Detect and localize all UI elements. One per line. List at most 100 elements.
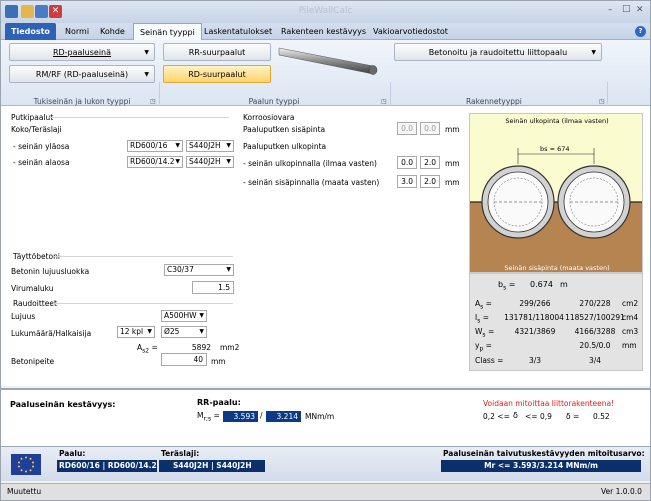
pile-right bbox=[557, 165, 631, 239]
value-separator: / bbox=[260, 411, 263, 420]
delta-range-low: 0,2 <= bbox=[483, 412, 510, 421]
prop-value-col1: 3/3 bbox=[528, 356, 542, 365]
unit-mm: mm bbox=[445, 159, 460, 168]
rebar-count-value: 12 kpl bbox=[120, 327, 144, 336]
tab-tiedosto[interactable]: Tiedosto bbox=[5, 23, 56, 40]
prop-value-col2: 4166/3288 bbox=[574, 327, 616, 336]
bs-unit: m bbox=[560, 280, 568, 289]
group-label-wall-type: Tukiseinän ja lukon tyyppi bbox=[33, 97, 131, 106]
prop-unit: mm bbox=[622, 341, 637, 350]
prop-eq: = bbox=[485, 299, 492, 308]
inner-surface-label: Paaluputken sisäpinta bbox=[243, 125, 326, 134]
title-bar: ✕ PileWallCalc – □ ✕ bbox=[1, 1, 650, 23]
group-label-pile-type: Paalun tyyppi bbox=[248, 97, 300, 106]
bs-label: bs = bbox=[498, 280, 515, 292]
tab-normi[interactable]: Normi bbox=[59, 23, 95, 40]
prop-subscript: s bbox=[480, 303, 484, 311]
rd-suurpaalut-button[interactable]: RD-suurpaalut bbox=[163, 65, 271, 83]
divider bbox=[49, 117, 229, 118]
outer-soil-b-input[interactable]: 2.0 bbox=[420, 175, 440, 188]
rebar-area-subscript: s2 bbox=[142, 347, 150, 355]
help-icon[interactable]: ? bbox=[635, 26, 646, 37]
prop-value-col2: 20.5/0.0 bbox=[579, 341, 611, 350]
minimize-button[interactable]: – bbox=[608, 5, 613, 15]
prop-unit: cm4 bbox=[622, 313, 639, 322]
rr-suurpaalut-button[interactable]: RR-suurpaalut bbox=[163, 43, 271, 61]
diagram-bottom-label: Seinän sisäpinta (maata vasten) bbox=[504, 264, 610, 272]
group-label-structure-type: Rakennetyyppi bbox=[466, 97, 522, 106]
unit-mm: mm bbox=[445, 125, 460, 134]
rebar-area-value: 5892 bbox=[191, 343, 211, 352]
dialog-launcher-icon[interactable]: ◳ bbox=[150, 98, 156, 105]
chevron-down-icon: ▼ bbox=[199, 328, 204, 335]
wall-type-combo-2[interactable]: RM/RF (RD-paaluseinä) ▼ bbox=[9, 65, 155, 83]
pile-value: RD600/16 | RD600/14.2 bbox=[57, 460, 157, 472]
prop-eq: = bbox=[485, 341, 492, 350]
pile-pipe-image bbox=[278, 47, 378, 75]
tab-rakenteen-kestavyys[interactable]: Rakenteen kestävyys bbox=[275, 23, 372, 40]
upper-part-label: - seinän yläosa bbox=[13, 142, 70, 151]
prop-row-label: Is = bbox=[475, 313, 489, 325]
bs-subscript: s bbox=[503, 284, 507, 292]
results-title: Paaluseinän kestävyys: bbox=[10, 400, 116, 409]
concrete-class-value: C30/37 bbox=[167, 265, 194, 274]
delta-range-high: <= 0,9 bbox=[525, 412, 552, 421]
rr-pile-title: RR-paalu: bbox=[197, 398, 241, 407]
prop-value-col2: 3/4 bbox=[588, 356, 602, 365]
chevron-down-icon: ▼ bbox=[226, 266, 231, 273]
prop-eq: = bbox=[497, 356, 504, 365]
structure-type-combo[interactable]: Betonoitu ja raudoitettu liittopaalu ▼ bbox=[394, 43, 602, 61]
wall-type-1-label: RD-paaluseinä bbox=[52, 48, 112, 57]
cover-input[interactable]: 40 bbox=[161, 353, 207, 366]
prop-unit: cm3 bbox=[622, 327, 639, 336]
status-text: Muutettu bbox=[7, 487, 42, 496]
lower-size-select[interactable]: RD600/14.2 ▼ bbox=[127, 156, 183, 168]
outer-soil-a-input[interactable]: 3.0 bbox=[397, 175, 417, 188]
lower-steel-select[interactable]: S440J2H ▼ bbox=[186, 156, 234, 168]
mrs-label: Mr;s = bbox=[197, 411, 220, 423]
tab-laskentatulokset[interactable]: Laskentatulokset bbox=[198, 23, 278, 40]
outer-air-b-input[interactable]: 2.0 bbox=[420, 156, 440, 169]
mrs-value-1: 3.593 bbox=[223, 411, 258, 422]
cross-section-diagram: Seinän ulkopinta (ilmaa vasten) bs = 674… bbox=[469, 113, 643, 273]
upper-steel-value: S440J2H bbox=[189, 141, 221, 150]
mrs-unit: MNm/m bbox=[305, 412, 335, 421]
prop-subscript: p bbox=[479, 345, 484, 353]
ribbon-panel: RD-paaluseinä ▼ RM/RF (RD-paaluseinä) ▼ Tu… bbox=[1, 40, 650, 140]
dialog-launcher-icon[interactable]: ◳ bbox=[381, 98, 387, 105]
tab-seinan-tyyppi[interactable]: Seinän tyyppi bbox=[133, 23, 202, 40]
steel-label: Teräslaji: bbox=[161, 449, 200, 458]
rebar-count-label: Lukumäärä/Halkaisija bbox=[11, 329, 92, 338]
rebar-strength-select[interactable]: A500HW ▼ bbox=[161, 310, 207, 322]
outer-air-a-input[interactable]: 0.0 bbox=[397, 156, 417, 169]
mrs-eq: = bbox=[213, 411, 220, 420]
close-button[interactable]: ✕ bbox=[636, 5, 644, 15]
rebar-count-select[interactable]: 12 kpl ▼ bbox=[117, 326, 155, 338]
wall-type-combo-1[interactable]: RD-paaluseinä ▼ bbox=[9, 43, 155, 61]
dialog-launcher-icon[interactable]: ◳ bbox=[599, 98, 605, 105]
delta-value: 0.52 bbox=[593, 412, 610, 421]
diagram-top-label: Seinän ulkopinta (ilmaa vasten) bbox=[505, 117, 609, 125]
tab-kohde[interactable]: Kohde bbox=[94, 23, 131, 40]
rebar-diameter-select[interactable]: Ø25 ▼ bbox=[161, 326, 207, 338]
tab-vakioarvotiedostot[interactable]: Vakioarvotiedostot bbox=[367, 23, 454, 40]
creep-input[interactable]: 1.5 bbox=[192, 281, 234, 294]
bending-resistance-value: Mr <= 3.593/3.214 MNm/m bbox=[441, 460, 641, 472]
lower-steel-value: S440J2H bbox=[189, 157, 221, 166]
prop-symbol: Class bbox=[475, 356, 495, 365]
concrete-class-select[interactable]: C30/37 ▼ bbox=[164, 264, 234, 276]
chevron-down-icon: ▼ bbox=[144, 71, 149, 78]
divider bbox=[53, 303, 233, 304]
section-title-piles: Putkipaalut bbox=[11, 113, 54, 122]
upper-steel-select[interactable]: S440J2H ▼ bbox=[186, 140, 234, 152]
prop-value-col1: 131781/118004 bbox=[504, 313, 564, 322]
creep-label: Virumaluku bbox=[11, 284, 54, 293]
section-title-corrosion: Korroosiovara bbox=[243, 113, 295, 122]
prop-eq: = bbox=[482, 313, 490, 322]
maximize-button[interactable]: □ bbox=[622, 4, 631, 14]
results-panel: Paaluseinän kestävyys: RR-paalu: Mr;s = … bbox=[1, 388, 650, 446]
lower-size-value: RD600/14.2 bbox=[130, 157, 175, 166]
concrete-class-label: Betonin lujuusluokka bbox=[11, 267, 90, 276]
upper-size-select[interactable]: RD600/16 ▼ bbox=[127, 140, 183, 152]
composite-warning: Voidaan mitoittaa liittorakenteena! bbox=[483, 399, 615, 408]
